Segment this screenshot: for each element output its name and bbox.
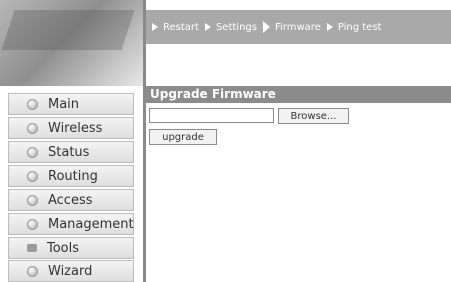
topnav-settings[interactable]: Settings [204, 21, 257, 33]
banner-graphic [1, 10, 135, 50]
sidebar-item-wizard[interactable]: Wizard [8, 260, 134, 282]
bullet-icon [27, 194, 38, 206]
sidebar-item-label: Access [48, 192, 93, 208]
sidebar-item-routing[interactable]: Routing [8, 165, 134, 187]
sidebar: Main Wireless Status Routing Access Mana… [0, 86, 143, 282]
sidebar-item-label: Status [48, 144, 90, 160]
sidebar-item-wireless[interactable]: Wireless [8, 117, 134, 139]
bullet-icon [27, 98, 38, 110]
firmware-file-input[interactable] [149, 108, 274, 123]
sidebar-item-label: Wizard [48, 263, 93, 279]
bullet-icon [27, 146, 38, 158]
topnav-restart[interactable]: Restart [152, 22, 199, 33]
top-nav-bar: Restart Settings Firmware Ping test [146, 10, 451, 44]
topnav-ping-test[interactable]: Ping test [326, 21, 382, 33]
browse-button[interactable]: Browse... [278, 108, 349, 124]
toolbox-icon [27, 244, 37, 252]
sidebar-item-label: Routing [48, 168, 98, 184]
bullet-icon [27, 122, 38, 134]
sidebar-item-label: Main [48, 96, 80, 112]
sidebar-item-status[interactable]: Status [8, 141, 134, 163]
bullet-icon [27, 265, 38, 277]
bullet-icon [27, 218, 38, 230]
sidebar-item-access[interactable]: Access [8, 189, 134, 211]
triangle-right-icon [326, 23, 333, 31]
triangle-right-icon [262, 21, 270, 33]
topnav-firmware[interactable]: Firmware [262, 21, 321, 33]
section-title: Upgrade Firmware [150, 87, 276, 101]
topnav-label: Settings [215, 21, 257, 33]
triangle-right-icon [152, 23, 158, 31]
header-banner-image [0, 0, 143, 86]
sidebar-item-label: Wireless [48, 120, 103, 136]
sidebar-item-management[interactable]: Management [8, 213, 134, 235]
topnav-label: Ping test [337, 21, 382, 33]
bullet-icon [27, 170, 38, 182]
sidebar-item-label: Management [48, 216, 134, 232]
sidebar-item-label: Tools [47, 240, 80, 256]
sidebar-item-main[interactable]: Main [8, 93, 134, 115]
section-header: Upgrade Firmware [146, 86, 451, 103]
topnav-label: Restart [163, 21, 199, 33]
upgrade-button[interactable]: upgrade [149, 129, 217, 145]
triangle-right-icon [204, 23, 211, 31]
sidebar-item-tools[interactable]: Tools [8, 237, 134, 259]
topnav-label: Firmware [274, 21, 321, 33]
